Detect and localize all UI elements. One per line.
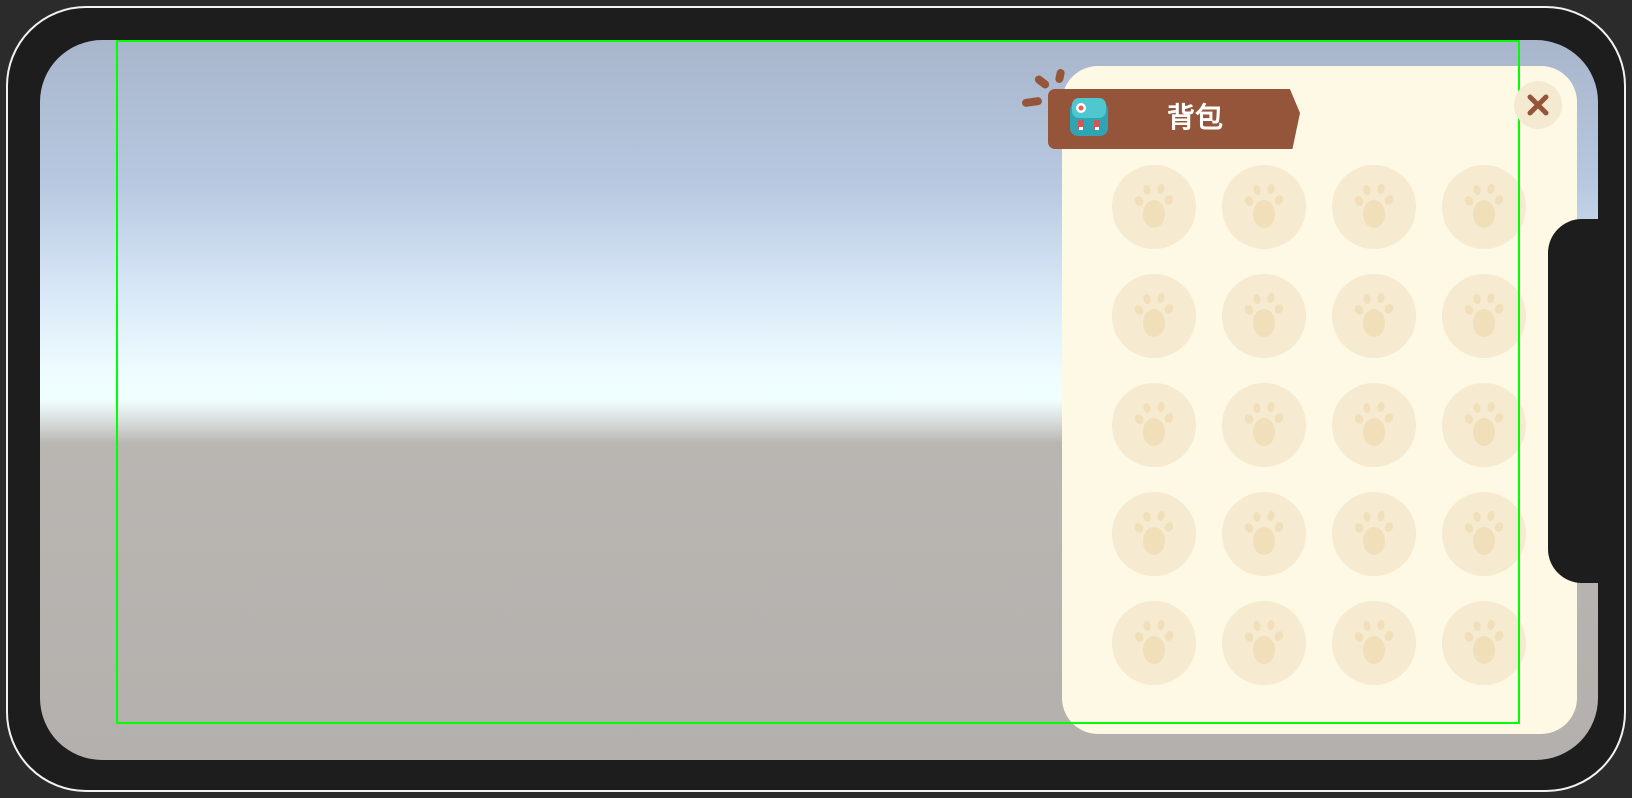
- inventory-slot[interactable]: [1332, 492, 1416, 576]
- inventory-slot[interactable]: [1222, 601, 1306, 685]
- inventory-slot[interactable]: [1222, 492, 1306, 576]
- inventory-slot[interactable]: [1442, 274, 1526, 358]
- paw-icon: [1464, 402, 1504, 446]
- inventory-slot[interactable]: [1112, 383, 1196, 467]
- paw-icon: [1244, 511, 1284, 555]
- paw-icon: [1464, 511, 1504, 555]
- paw-icon: [1354, 620, 1394, 664]
- inventory-slot[interactable]: [1222, 383, 1306, 467]
- paw-icon: [1134, 184, 1174, 228]
- inventory-slot[interactable]: [1442, 165, 1526, 249]
- paw-icon: [1244, 402, 1284, 446]
- backpack-title: 背包: [1166, 101, 1223, 134]
- paw-icon: [1464, 620, 1504, 664]
- inventory-slot[interactable]: [1332, 274, 1416, 358]
- close-icon: [1527, 94, 1549, 116]
- inventory-slot[interactable]: [1112, 165, 1196, 249]
- paw-icon: [1134, 293, 1174, 337]
- close-button[interactable]: [1514, 81, 1562, 129]
- paw-icon: [1244, 184, 1284, 228]
- device-notch: [1548, 219, 1618, 583]
- inventory-slot[interactable]: [1112, 274, 1196, 358]
- paw-icon: [1464, 184, 1504, 228]
- inventory-slot-grid: [1112, 165, 1542, 695]
- inventory-slot[interactable]: [1442, 601, 1526, 685]
- inventory-slot[interactable]: [1442, 492, 1526, 576]
- paw-icon: [1134, 511, 1174, 555]
- backpack-icon: [1066, 94, 1114, 140]
- paw-icon: [1354, 511, 1394, 555]
- paw-icon: [1134, 620, 1174, 664]
- paw-icon: [1354, 402, 1394, 446]
- inventory-slot[interactable]: [1112, 492, 1196, 576]
- inventory-slot[interactable]: [1332, 383, 1416, 467]
- paw-icon: [1134, 402, 1174, 446]
- paw-icon: [1354, 184, 1394, 228]
- paw-icon: [1244, 620, 1284, 664]
- paw-icon: [1354, 293, 1394, 337]
- inventory-slot[interactable]: [1222, 165, 1306, 249]
- paw-icon: [1244, 293, 1284, 337]
- inventory-slot[interactable]: [1332, 601, 1416, 685]
- inventory-slot[interactable]: [1222, 274, 1306, 358]
- paw-icon: [1464, 293, 1504, 337]
- inventory-slot[interactable]: [1332, 165, 1416, 249]
- inventory-slot[interactable]: [1112, 601, 1196, 685]
- inventory-slot[interactable]: [1442, 383, 1526, 467]
